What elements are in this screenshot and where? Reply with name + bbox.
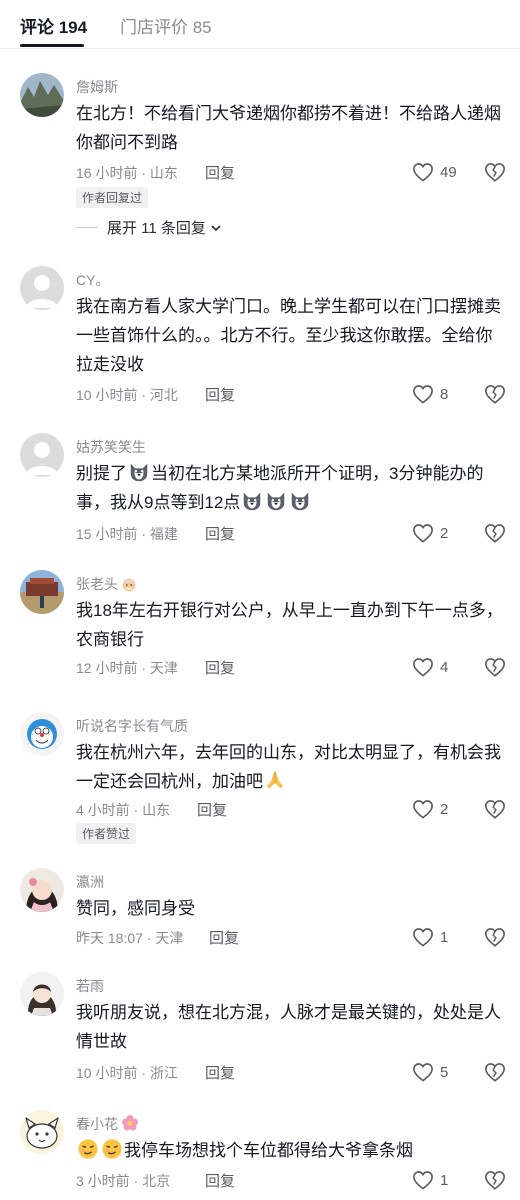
author-badge: 作者赞过 [76,823,137,844]
like-count: 4 [440,658,449,676]
comment-text: 我听朋友说，想在北方混，人脉才是最关键的，处处是人情世故 [76,1003,501,1051]
heart-outline-icon [413,928,433,947]
broken-heart-icon[interactable] [484,1061,506,1083]
avatar[interactable] [20,570,64,614]
broken-heart-icon[interactable] [484,1169,506,1191]
like-button[interactable]: 2 [412,521,448,545]
tab-store-reviews[interactable]: 门店评价 85 [120,13,212,38]
old-man-face-emoji [122,578,136,592]
comment-meta: 3 小时前 · 北京 [76,1173,171,1189]
nickname[interactable]: 詹姆斯 [76,77,118,97]
expand-replies-label: 展开 11 条回复 [107,220,206,237]
comment-meta: 15 小时前 · 福建 [76,526,178,542]
folded-hands-emoji [266,771,284,789]
heart-outline-icon [413,800,433,819]
chevron-down-icon [211,224,221,231]
comment-text-part: 别提了 [76,464,127,483]
avatar[interactable] [20,73,64,117]
like-count: 2 [440,800,449,818]
nickname[interactable]: 听说名字长有气质 [76,716,188,736]
like-count: 1 [440,1171,449,1189]
nickname[interactable]: 春小花 [76,1114,139,1134]
like-count: 8 [440,385,449,403]
avatar[interactable] [20,1110,64,1154]
author-badge: 作者回复过 [76,187,149,208]
like-button[interactable]: 49 [412,160,457,184]
comment-meta: 12 小时前 · 天津 [76,660,178,676]
avatar[interactable] [20,868,64,912]
like-button[interactable]: 8 [412,382,448,406]
comment-tabs: 评论 194 门店评价 85 [0,0,520,49]
heart-outline-icon [413,524,433,543]
like-count: 49 [440,163,457,181]
heart-outline-icon [413,385,433,404]
heart-outline-icon [413,163,433,182]
broken-heart-icon[interactable] [484,161,506,183]
comment-text: 别提了 当初在北方某地派所开个证明，3分钟能办的事，我从9点等到12点 [76,459,508,517]
broken-heart-icon[interactable] [484,383,506,405]
nickname[interactable]: 若雨 [76,976,104,996]
comment-text-body: 我在杭州六年，去年回的山东，对比太明显了，有机会我一定还会回杭州，加油吧 [76,743,501,791]
broken-heart-icon[interactable] [484,656,506,678]
tab-comments[interactable]: 评论 194 [20,13,87,38]
avatar[interactable] [20,972,64,1016]
like-button[interactable]: 2 [412,797,448,821]
like-button[interactable]: 1 [412,1168,448,1192]
husky-face-emoji [268,492,285,511]
nickname[interactable]: 张老头 [76,574,137,594]
nickname-text: 张老头 [76,576,118,592]
reply-button[interactable]: 回复 [205,1062,235,1083]
reply-button[interactable]: 回复 [205,1170,235,1191]
flower-emoji [122,1115,138,1131]
like-button[interactable]: 4 [412,655,448,679]
comment-meta: 10 小时前 · 浙江 [76,1065,178,1081]
broken-heart-icon[interactable] [484,798,506,820]
active-tab-indicator [20,44,84,47]
reply-button[interactable]: 回复 [205,523,235,544]
reply-button[interactable]: 回复 [205,657,235,678]
nickname[interactable]: 瀛洲 [76,872,104,892]
husky-face-emoji [292,492,309,511]
reply-button[interactable]: 回复 [209,927,239,948]
comment-meta: 4 小时前 · 山东 [76,802,171,818]
heart-outline-icon [413,1171,433,1190]
heart-outline-icon [413,658,433,677]
nickname[interactable]: 姑苏笑笑生 [76,437,146,457]
husky-face-emoji [244,492,261,511]
avatar[interactable] [20,266,64,310]
comment-meta: 昨天 18:07 · 天津 [76,930,184,946]
like-count: 2 [440,524,449,542]
comment-meta: 16 小时前 · 山东 [76,165,178,181]
heart-outline-icon [413,1063,433,1082]
avatar[interactable] [20,712,64,756]
nickname[interactable]: CY。 [76,270,109,290]
husky-face-emoji [130,463,148,482]
avatar[interactable] [20,433,64,477]
comment-text: 我在南方看人家大学门口。晚上学生都可以在门口摆摊卖一些首饰什么的。。北方不行。至… [76,297,501,374]
like-count: 5 [440,1063,449,1081]
reply-button[interactable]: 回复 [197,799,227,820]
comment-text: 在北方！不给看门大爷递烟你都捞不着进！不给路人递烟你都问不到路 [76,104,501,152]
divider-line [76,227,98,228]
broken-heart-icon[interactable] [484,522,506,544]
like-button[interactable]: 5 [412,1060,448,1084]
comment-text-body: 我停车场想找个车位都得给大爷拿条烟 [124,1141,413,1160]
broken-heart-icon[interactable] [484,926,506,948]
smirk-face-emoji [102,1139,122,1159]
expand-replies-button[interactable]: 展开 11 条回复 [76,217,222,238]
like-count: 1 [440,928,449,946]
nickname-text: 春小花 [76,1116,118,1132]
reply-button[interactable]: 回复 [205,384,235,405]
comment-text: 我18年左右开银行对公户，从早上一直办到下午一点多，农商银行 [76,601,503,649]
comment-text: 我停车场想找个车位都得给大爷拿条烟 [76,1136,508,1165]
comment-text: 赞同，感同身受 [76,899,195,918]
comment-meta: 10 小时前 · 河北 [76,387,178,403]
comment-text: 我在杭州六年，去年回的山东，对比太明显了，有机会我一定还会回杭州，加油吧 [76,738,508,796]
smirk-face-emoji [78,1139,98,1159]
reply-button[interactable]: 回复 [205,162,235,183]
like-button[interactable]: 1 [412,925,448,949]
